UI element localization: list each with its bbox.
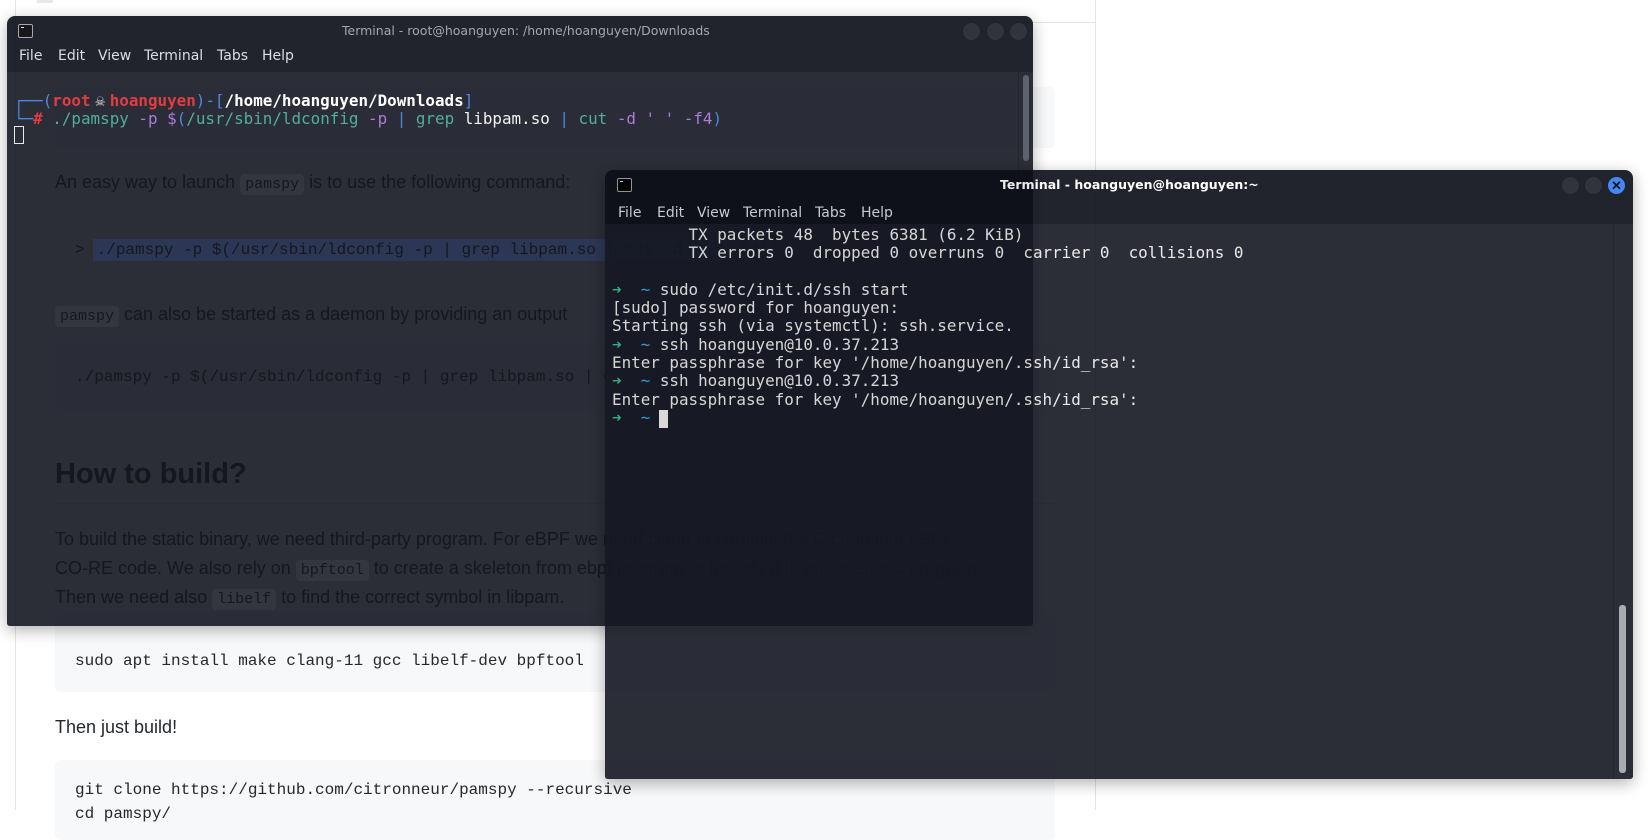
- minimize-button[interactable]: [1561, 176, 1580, 195]
- terminal-text: ~: [640, 279, 651, 299]
- scrollbar[interactable]: [1613, 224, 1633, 779]
- terminal-line: ➜ ~ ssh hoanguyen@10.0.37.213: [612, 371, 1243, 391]
- terminal-line: TX errors 0 dropped 0 overruns 0 carrier…: [612, 243, 1244, 263]
- title-bar[interactable]: Terminal - root@hoanguyen: /home/hoanguy…: [7, 16, 1033, 45]
- terminal-text: -p: [358, 109, 388, 129]
- terminal-line: ➜ ~: [612, 407, 1243, 427]
- terminal-text: Enter passphrase for key '/home/hoanguye…: [612, 389, 1139, 409]
- menu-tabs[interactable]: Tabs: [815, 205, 846, 221]
- menu-view[interactable]: View: [697, 205, 730, 221]
- paragraph-then-build: Then just build!: [55, 717, 178, 737]
- terminal-text: libpam.so: [454, 109, 550, 129]
- terminal-text: #: [33, 109, 43, 129]
- menu-help[interactable]: Help: [262, 48, 294, 64]
- terminal-text: )-[: [195, 91, 225, 110]
- prompt-arrow-icon: ➜: [612, 279, 622, 299]
- terminal-line: Enter passphrase for key '/home/hoanguye…: [612, 353, 1243, 373]
- close-button[interactable]: [1009, 22, 1028, 41]
- window-title: Terminal - hoanguyen@hoanguyen:~: [1000, 177, 1259, 192]
- terminal-text: |: [387, 109, 407, 129]
- terminal-text: ~: [640, 371, 651, 391]
- terminal-content[interactable]: TX packets 48 bytes 6381 (6.2 KiB) TX er…: [605, 224, 1613, 779]
- terminal-line: ┌──(root ☠ hoanguyen)-[/home/hoanguyen/Dow…: [14, 91, 722, 110]
- terminal-text: /usr/sbin/ldconfig: [186, 109, 359, 129]
- minimize-button[interactable]: [962, 22, 981, 41]
- terminal-text: ./pamspy: [42, 109, 129, 129]
- terminal-text: ]: [463, 91, 474, 110]
- terminal-text: -d ' ' -f4: [607, 109, 713, 129]
- prompt-arrow-icon: ➜: [612, 407, 622, 427]
- terminal-text: sudo /etc/init.d/ssh start: [650, 279, 909, 299]
- terminal-line: [sudo] password for hoanguyen:: [612, 299, 1243, 317]
- terminal-text: cut: [568, 109, 608, 129]
- terminal-text: ~: [640, 334, 651, 354]
- menu-view[interactable]: View: [98, 48, 131, 64]
- terminal-text: [sudo] password for hoanguyen:: [612, 298, 900, 318]
- terminal-text: TX packets 48 bytes 6381 (6.2 KiB): [612, 225, 1024, 244]
- menu-help[interactable]: Help: [861, 205, 893, 221]
- terminal-text: Enter passphrase for key '/home/hoanguye…: [612, 353, 1139, 373]
- close-icon: ✕: [1611, 178, 1622, 193]
- menu-terminal[interactable]: Terminal: [743, 205, 802, 221]
- code-text: cd pamspy/: [75, 805, 172, 823]
- window-title: Terminal - root@hoanguyen: /home/hoanguy…: [342, 23, 710, 38]
- terminal-text: ~: [640, 407, 651, 427]
- terminal-text: -p: [128, 109, 158, 129]
- terminal-text: root: [52, 91, 91, 110]
- terminal-line: Starting ssh (via systemctl): ssh.servic…: [612, 317, 1243, 335]
- terminal-text: grep: [406, 109, 455, 129]
- terminal-text: ssh hoanguyen@10.0.37.213: [650, 334, 900, 354]
- terminal-text: ┌──(: [14, 91, 53, 110]
- maximize-button[interactable]: [986, 22, 1005, 41]
- terminal-text: Starting ssh (via systemctl): ssh.servic…: [612, 316, 1014, 336]
- prompt-arrow-icon: ➜: [612, 371, 622, 391]
- terminal-output: ┌──(root ☠ hoanguyen)-[/home/hoanguyen/Dow…: [14, 91, 722, 129]
- close-button[interactable]: ✕: [1607, 176, 1626, 195]
- skull-icon: ☠: [95, 91, 105, 110]
- scrollbar-thumb[interactable]: [1023, 75, 1029, 161]
- terminal-line: Enter passphrase for key '/home/hoanguye…: [612, 389, 1243, 409]
- menu-terminal[interactable]: Terminal: [144, 48, 203, 64]
- maximize-button[interactable]: [1584, 176, 1603, 195]
- terminal-text: hoanguyen: [109, 91, 196, 110]
- menu-file[interactable]: File: [19, 48, 42, 64]
- terminal-icon[interactable]: [617, 178, 632, 192]
- terminal-text: $: [157, 109, 177, 129]
- menu-tabs[interactable]: Tabs: [217, 48, 248, 64]
- terminal-output: TX packets 48 bytes 6381 (6.2 KiB) TX er…: [612, 225, 1244, 427]
- terminal-line: └─# ./pamspy -p $(/usr/sbin/ldconfig -p …: [14, 110, 722, 128]
- code-text: sudo apt install make clang-11 gcc libel…: [75, 652, 584, 670]
- terminal-icon[interactable]: [18, 24, 33, 38]
- menu-edit[interactable]: Edit: [657, 205, 684, 221]
- terminal-text: |: [549, 109, 569, 129]
- terminal-line: TX packets 48 bytes 6381 (6.2 KiB): [612, 225, 1243, 244]
- menu-file[interactable]: File: [618, 205, 641, 221]
- menu-edit[interactable]: Edit: [58, 48, 85, 64]
- terminal-line: ➜ ~ ssh hoanguyen@10.0.37.213: [612, 334, 1243, 354]
- terminal-text: ssh hoanguyen@10.0.37.213: [650, 371, 900, 391]
- title-bar[interactable]: Terminal - hoanguyen@hoanguyen:~ ✕: [605, 170, 1633, 199]
- code-text: git clone https://github.com/citronneur/…: [75, 781, 632, 799]
- terminal-text: (: [176, 109, 187, 129]
- cursor: [659, 410, 668, 428]
- terminal-line: ➜ ~ sudo /etc/init.d/ssh start: [612, 279, 1243, 299]
- terminal-text: TX errors 0 dropped 0 overruns 0 carrier…: [612, 243, 1244, 263]
- terminal-text: /home/hoanguyen/Downloads: [224, 91, 464, 110]
- scrollbar-thumb[interactable]: [1619, 605, 1626, 773]
- terminal-window-user[interactable]: Terminal - hoanguyen@hoanguyen:~ ✕ File …: [605, 170, 1633, 779]
- terminal-text: ): [712, 109, 723, 129]
- page-fragment: [37, 0, 53, 3]
- prompt-arrow-icon: ➜: [612, 334, 622, 354]
- cursor: [14, 126, 24, 144]
